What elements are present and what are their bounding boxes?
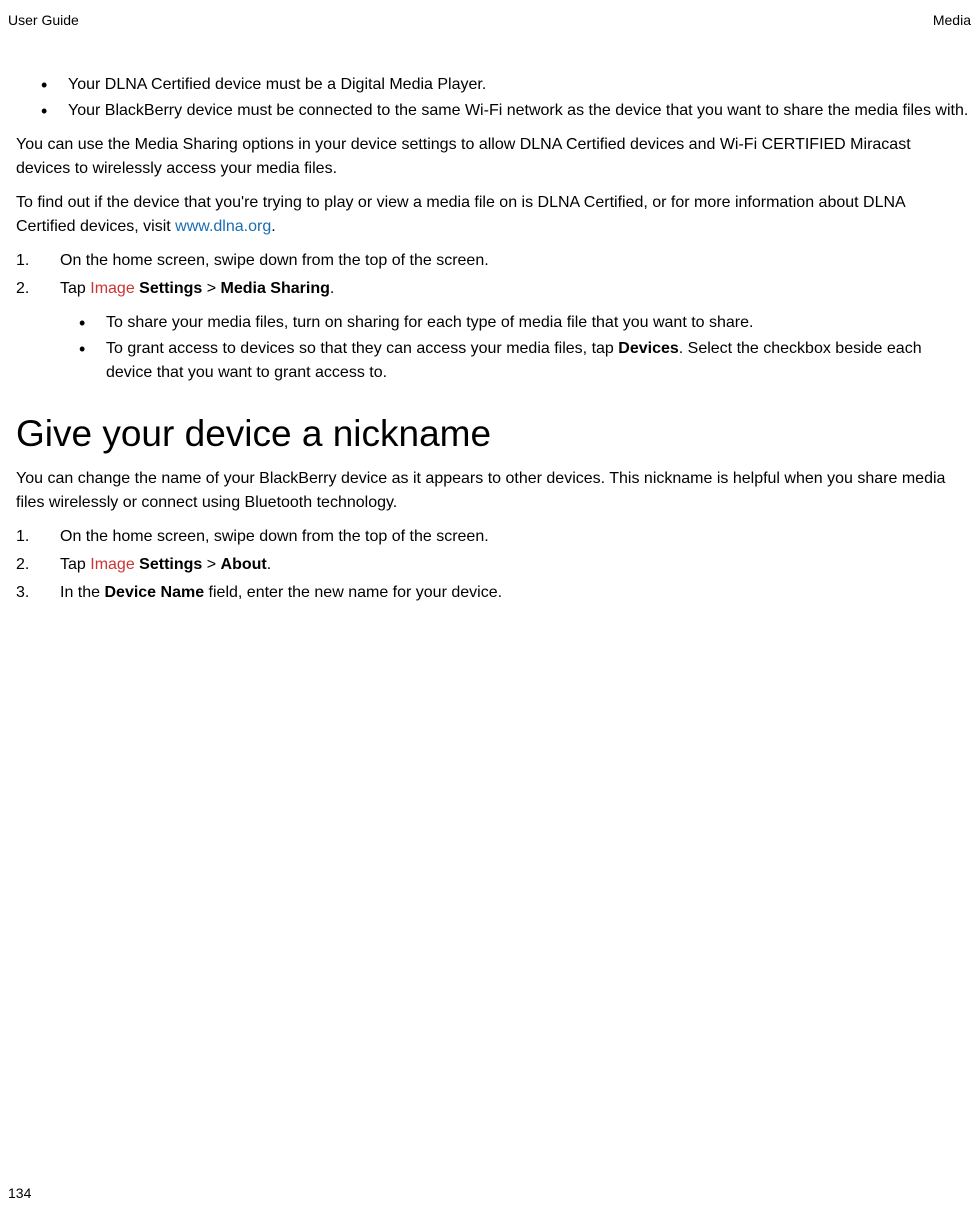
list-item: Tap Image Settings > Media Sharing.: [16, 277, 971, 301]
page-header: User Guide Media: [8, 12, 971, 28]
text-segment: >: [202, 556, 220, 573]
list-item: Your DLNA Certified device must be a Dig…: [46, 73, 971, 97]
list-item: To grant access to devices so that they …: [84, 337, 971, 385]
paragraph-media-sharing: You can use the Media Sharing options in…: [8, 133, 971, 181]
paragraph-dlna-info: To find out if the device that you're tr…: [8, 191, 971, 239]
dlna-link[interactable]: www.dlna.org: [175, 218, 271, 235]
settings-label: Settings: [135, 556, 203, 573]
settings-icon: Image: [90, 556, 134, 573]
text-segment: >: [202, 280, 220, 297]
about-label: About: [221, 556, 267, 573]
text-segment: .: [271, 218, 275, 235]
header-right: Media: [933, 12, 971, 28]
text-segment: To find out if the device that you're tr…: [16, 194, 905, 235]
text-segment: To grant access to devices so that they …: [106, 340, 618, 357]
steps-list-2: On the home screen, swipe down from the …: [8, 525, 971, 605]
text-segment: field, enter the new name for your devic…: [204, 584, 502, 601]
paragraph-nickname: You can change the name of your BlackBer…: [8, 467, 971, 515]
text-segment: Tap: [60, 556, 90, 573]
text-segment: Tap: [60, 280, 90, 297]
steps-list-1: On the home screen, swipe down from the …: [8, 249, 971, 301]
media-sharing-label: Media Sharing: [221, 280, 330, 297]
list-item: To share your media files, turn on shari…: [84, 311, 971, 335]
list-item: Tap Image Settings > About.: [16, 553, 971, 577]
list-item: On the home screen, swipe down from the …: [16, 249, 971, 273]
list-item: In the Device Name field, enter the new …: [16, 581, 971, 605]
nested-bullet-list: To share your media files, turn on shari…: [8, 311, 971, 385]
list-item: On the home screen, swipe down from the …: [16, 525, 971, 549]
settings-icon: Image: [90, 280, 134, 297]
text-segment: .: [330, 280, 334, 297]
header-left: User Guide: [8, 12, 79, 28]
intro-bullet-list: Your DLNA Certified device must be a Dig…: [8, 73, 971, 123]
text-segment: .: [267, 556, 271, 573]
list-item: Your BlackBerry device must be connected…: [46, 99, 971, 123]
settings-label: Settings: [135, 280, 203, 297]
text-segment: In the: [60, 584, 104, 601]
devices-label: Devices: [618, 340, 679, 357]
device-name-label: Device Name: [104, 584, 204, 601]
page-number: 134: [8, 1185, 31, 1201]
heading-nickname: Give your device a nickname: [8, 413, 971, 455]
